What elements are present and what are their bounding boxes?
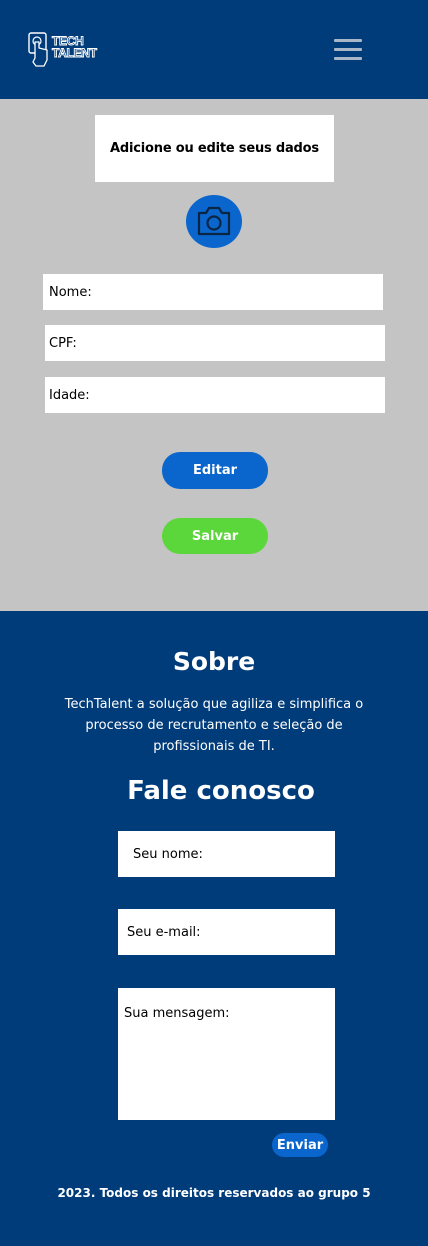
contact-title: Fale conosco [127,776,315,806]
cpf-field[interactable] [45,325,385,361]
edit-button[interactable]: Editar [162,452,268,489]
contact-name-field[interactable] [118,831,335,877]
contact-email-input[interactable] [118,909,335,955]
about-text: TechTalent a solução que agiliza e simpl… [64,697,364,754]
hand-pointer-icon [28,32,48,67]
menu-bar [334,39,362,42]
site-footer: Sobre TechTalent a solução que agiliza e… [0,611,428,1246]
about-title: Sobre [172,647,256,676]
copyright-text: 2023. Todos os direitos reservados ao gr… [57,1186,371,1200]
send-button[interactable]: Enviar [272,1133,328,1157]
logo-text: TECH TALENT [52,35,98,60]
tech-talent-logo[interactable]: TECH TALENT [28,32,108,68]
age-field[interactable] [45,377,385,413]
photo-upload-button[interactable] [186,195,242,248]
cpf-input[interactable] [45,325,385,361]
name-input[interactable] [43,274,383,310]
site-header: TECH TALENT [0,0,428,99]
profile-title: Adicione ou edite seus dados [110,141,319,156]
name-field[interactable] [43,274,383,310]
contact-message-field[interactable] [118,988,335,1120]
camera-icon [197,206,231,236]
contact-name-input[interactable] [118,831,335,877]
menu-bar [334,48,362,51]
save-button[interactable]: Salvar [162,518,268,554]
contact-email-field[interactable] [118,909,335,955]
hamburger-menu-icon[interactable] [331,36,365,64]
profile-title-box: Adicione ou edite seus dados [95,115,334,182]
menu-bar [334,57,362,60]
contact-message-input[interactable] [118,988,335,1120]
age-input[interactable] [45,377,385,413]
logo-line-2: TALENT [52,46,98,60]
profile-section: Adicione ou edite seus dados Editar Salv… [0,99,428,611]
